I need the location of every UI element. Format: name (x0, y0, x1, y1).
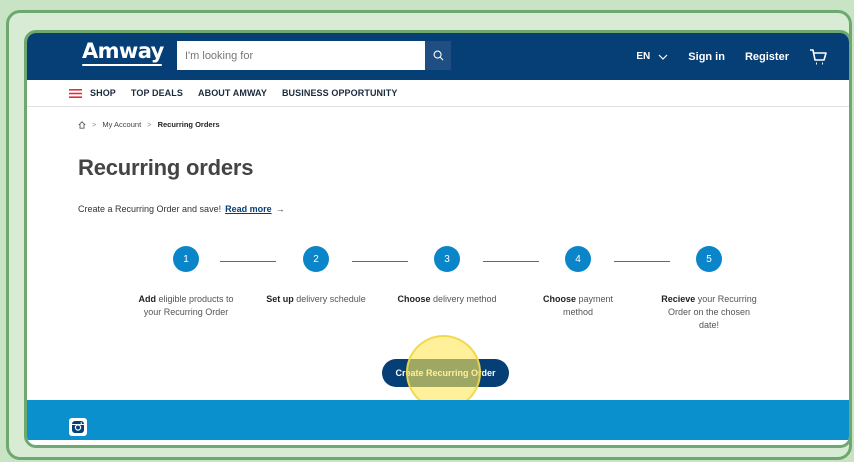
register-link[interactable]: Register (745, 51, 789, 63)
intro-label: Create a Recurring Order and save! (78, 204, 222, 214)
step-2-bold: Set up (266, 294, 294, 304)
browser-viewport: Amway EN Sign in Register (24, 30, 852, 448)
click-highlight (406, 335, 481, 410)
nav-about-amway[interactable]: ABOUT AMWAY (198, 88, 267, 98)
step-2-text: Set up delivery schedule (266, 293, 366, 306)
step-5-text: Recieve your Recurring Order on the chos… (659, 293, 759, 332)
search-button[interactable] (425, 41, 451, 70)
instagram-icon (72, 421, 84, 433)
step-connector (614, 261, 670, 262)
step-5-circle: 5 (696, 246, 722, 272)
step-1-rest: eligible products to your Recurring Orde… (143, 294, 234, 317)
step-1-circle: 1 (173, 246, 199, 272)
page-title: Recurring orders (78, 155, 254, 180)
nav-top-deals-label: TOP DEALS (130, 88, 183, 98)
breadcrumb-separator: > (92, 120, 97, 129)
step-3-rest: delivery method (432, 294, 497, 304)
hamburger-menu-icon (69, 88, 82, 98)
step-2-rest: delivery schedule (296, 294, 366, 304)
step-1-text: Add eligible products to your Recurring … (136, 293, 236, 319)
breadcrumb-my-account[interactable]: My Account (102, 120, 141, 129)
step-3-text: Choose delivery method (397, 293, 497, 306)
step-2-circle: 2 (303, 246, 329, 272)
nav-shop[interactable]: SHOP (69, 88, 116, 98)
step-connector (352, 261, 408, 262)
read-more-link[interactable]: Read more (225, 204, 272, 214)
logo-underline (82, 64, 162, 66)
step-4-circle: 4 (565, 246, 591, 272)
step-3-circle: 3 (434, 246, 460, 272)
cart-icon[interactable] (809, 48, 827, 65)
footer-bottom-strip (27, 440, 849, 445)
step-4-text: Choose payment method (528, 293, 628, 319)
step-3-bold: Choose (397, 294, 431, 304)
step-connector (220, 261, 276, 262)
arrow-right-icon: → (275, 204, 285, 214)
nav-business-opportunity-label: BUSINESS OPPORTUNITY (281, 88, 398, 98)
sign-in-link[interactable]: Sign in (688, 51, 725, 63)
nav-about-amway-label: ABOUT AMWAY (198, 88, 267, 98)
step-4-bold: Choose (542, 294, 576, 304)
step-1-bold: Add (138, 294, 156, 304)
intro-text: Create a Recurring Order and save! Read … (78, 204, 285, 214)
language-label: EN (636, 51, 651, 62)
search-icon (433, 50, 443, 61)
breadcrumb-recurring-orders: Recurring Orders (157, 120, 220, 129)
top-header: Amway EN Sign in Register (27, 33, 849, 80)
search-input[interactable] (177, 41, 425, 70)
language-selector[interactable]: EN (636, 51, 668, 62)
header-actions: EN Sign in Register (636, 33, 827, 80)
main-nav: SHOP TOP DEALS ABOUT AMWAY BUSINESS OPPO… (27, 80, 849, 107)
breadcrumb: > My Account > Recurring Orders (78, 120, 220, 129)
nav-shop-label: SHOP (90, 88, 116, 98)
instagram-link[interactable] (69, 418, 87, 436)
nav-top-deals[interactable]: TOP DEALS (131, 88, 183, 98)
search-bar (177, 41, 451, 70)
step-5-bold: Recieve (661, 294, 696, 304)
home-icon[interactable] (78, 120, 86, 129)
amway-logo[interactable]: Amway (82, 39, 164, 63)
nav-business-opportunity[interactable]: BUSINESS OPPORTUNITY (282, 88, 398, 98)
breadcrumb-separator: > (147, 120, 152, 129)
step-connector (483, 261, 539, 262)
chevron-down-icon (658, 54, 668, 60)
